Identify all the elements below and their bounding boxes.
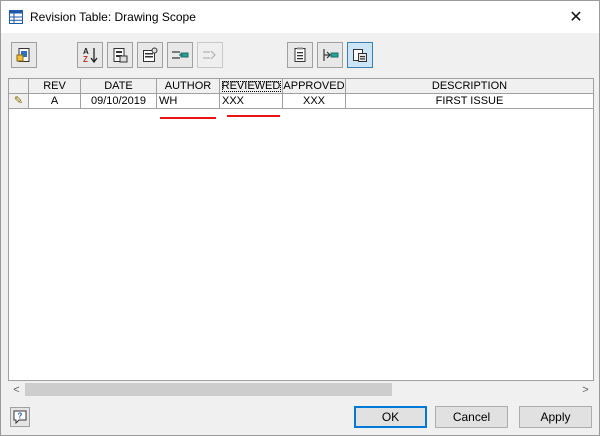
insert-symbol-icon xyxy=(16,48,30,62)
cancel-button[interactable]: Cancel xyxy=(435,406,508,428)
annotation-underline-author xyxy=(160,117,216,119)
title-bar: Revision Table: Drawing Scope ✕ xyxy=(1,1,599,33)
revision-table-dialog: Revision Table: Drawing Scope ✕ A Z REV … xyxy=(0,0,600,436)
column-header-description[interactable]: DESCRIPTION xyxy=(346,79,593,94)
cell-approved[interactable]: XXX xyxy=(283,94,346,109)
append-row-icon xyxy=(203,50,216,60)
column-header-reviewed[interactable]: REVIEWED xyxy=(220,79,283,94)
sort-button[interactable]: A Z xyxy=(77,42,103,68)
table-settings-button[interactable] xyxy=(287,42,313,68)
export-button[interactable] xyxy=(107,42,133,68)
row-edit-marker[interactable]: ✎ xyxy=(9,94,29,109)
sort-az-icon: A Z xyxy=(83,47,98,64)
cell-reviewed[interactable]: XXX xyxy=(220,94,283,109)
cell-description[interactable]: FIRST ISSUE xyxy=(346,94,593,109)
column-header-date[interactable]: DATE xyxy=(81,79,157,94)
scrollbar-thumb[interactable] xyxy=(25,383,392,396)
svg-text:Z: Z xyxy=(83,55,88,64)
cell-date[interactable]: 09/10/2019 xyxy=(81,94,157,109)
annotation-underline-reviewed xyxy=(227,115,280,117)
revision-grid[interactable]: REV DATE AUTHOR REVIEWED APPROVED DESCRI… xyxy=(8,78,594,381)
pencil-icon: ✎ xyxy=(13,95,24,107)
table-icon xyxy=(9,10,23,24)
column-header-author[interactable]: AUTHOR xyxy=(157,79,220,94)
paste-icon xyxy=(353,49,367,62)
cell-rev[interactable]: A xyxy=(29,94,81,109)
ok-button[interactable]: OK xyxy=(354,406,427,428)
properties-button[interactable] xyxy=(137,42,163,68)
export-icon xyxy=(113,48,128,63)
insert-row-icon xyxy=(172,51,189,59)
merge-icon xyxy=(323,49,339,61)
help-button[interactable]: ? xyxy=(10,407,30,427)
insert-symbol-button[interactable] xyxy=(11,42,37,68)
paste-button[interactable] xyxy=(347,42,373,68)
insert-row-button[interactable] xyxy=(167,42,193,68)
help-icon: ? xyxy=(13,410,27,425)
close-button[interactable]: ✕ xyxy=(553,1,599,32)
column-header-approved[interactable]: APPROVED xyxy=(283,79,346,94)
merge-button[interactable] xyxy=(317,42,343,68)
table-settings-icon xyxy=(294,47,306,62)
svg-text:?: ? xyxy=(18,412,23,421)
cell-author[interactable]: WH xyxy=(157,94,220,109)
append-row-button[interactable] xyxy=(197,42,223,68)
apply-button[interactable]: Apply xyxy=(519,406,592,428)
window-title: Revision Table: Drawing Scope xyxy=(30,10,196,24)
row-header-corner xyxy=(9,79,29,94)
scroll-right-icon[interactable]: > xyxy=(577,381,594,398)
scroll-left-icon[interactable]: < xyxy=(8,381,25,398)
properties-icon xyxy=(143,47,158,62)
horizontal-scrollbar[interactable]: < > xyxy=(8,381,594,398)
column-header-rev[interactable]: REV xyxy=(29,79,81,94)
